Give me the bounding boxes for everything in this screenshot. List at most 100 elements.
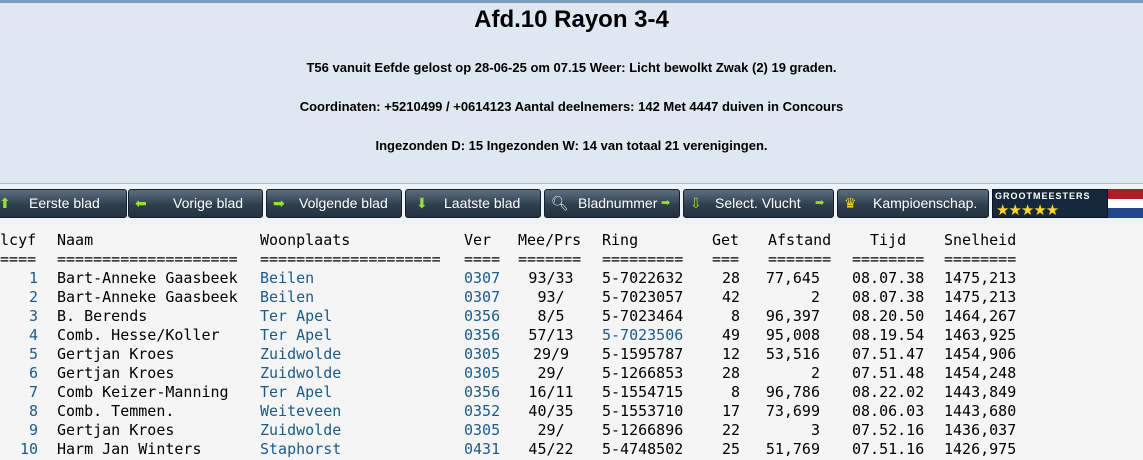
- cell-plcyf: 5: [28, 345, 38, 363]
- header-ring: Ring: [602, 231, 639, 249]
- cell-woonplaats[interactable]: Zuidwolde: [260, 364, 341, 383]
- cell-naam: Gertjan Kroes: [57, 421, 175, 439]
- cell-tijd: 08.07.38: [852, 288, 925, 306]
- table-row: 10 Harm Jan Winters Staphorst 0431 45/22 5-47…: [0, 440, 1143, 459]
- cell-get: 8: [730, 383, 740, 401]
- cell-meeprs: 57/13: [528, 326, 574, 344]
- cell-plcyf: 3: [28, 307, 38, 325]
- cell-ring: 5-7022632: [602, 269, 684, 287]
- table-row: 7 Comb Keizer-Manning Ter Apel 0356 16/11 5-1…: [0, 383, 1143, 402]
- cell-naam: Comb. Hesse/Koller: [57, 326, 220, 344]
- table-row: 6 Gertjan Kroes Zuidwolde 0305 29/5-1266853 2…: [0, 364, 1143, 383]
- cell-ver[interactable]: 0352: [464, 402, 500, 421]
- first-page-button[interactable]: ⬆ Eerste blad: [0, 189, 127, 218]
- cell-plcyf: 1: [28, 269, 38, 287]
- header-snelheid: Snelheid: [944, 231, 1017, 249]
- cell-afstand: 2: [810, 288, 820, 306]
- table-row: 3 B. Berends Ter Apel 0356 8/5 5-7023464 8 96,3…: [0, 307, 1143, 326]
- cell-afstand: 77,645: [765, 269, 820, 287]
- cell-meeprs: 29/: [537, 421, 565, 439]
- cell-get: 12: [721, 345, 740, 363]
- cell-woonplaats[interactable]: Beilen: [260, 269, 314, 288]
- underline-afstand: =======: [768, 250, 832, 268]
- cell-woonplaats[interactable]: Zuidwolde: [260, 345, 341, 364]
- cell-naam: B. Berends: [57, 307, 148, 325]
- download-icon: ⇩: [690, 195, 702, 211]
- underline-snelheid: ========: [944, 250, 1017, 268]
- table-row: 5 Gertjan Kroes Zuidwolde 0305 29/9 5-1595787…: [0, 345, 1143, 364]
- cell-ring: 5-7023464: [602, 307, 684, 325]
- table-row: 4 Comb. Hesse/Koller Ter Apel 0356 57/13 5-70…: [0, 326, 1143, 345]
- cell-snelheid: 1463,925: [944, 326, 1017, 344]
- championship-label: Kampioenschap.: [873, 195, 978, 211]
- cell-afstand: 95,008: [765, 326, 820, 344]
- magnifier-icon: 🔍︎: [551, 195, 569, 211]
- cell-meeprs: 93/33: [528, 269, 574, 287]
- cell-snelheid: 1454,248: [944, 364, 1017, 382]
- cell-ver[interactable]: 0307: [464, 288, 500, 307]
- cell-woonplaats[interactable]: Ter Apel: [260, 307, 332, 326]
- cell-ver[interactable]: 0307: [464, 269, 500, 288]
- cell-naam: Comb. Temmen.: [57, 402, 175, 420]
- race-info-line: T56 vanuit Eefde gelost op 28-06-25 om 0…: [306, 60, 837, 75]
- cell-ver[interactable]: 0305: [464, 421, 500, 440]
- last-page-label: Laatste blad: [444, 195, 521, 211]
- previous-page-button[interactable]: ⬅ Vorige blad: [128, 189, 263, 218]
- select-flight-button[interactable]: ⇩ Select. Vlucht ➡: [683, 189, 834, 218]
- underline-meeprs: =======: [518, 250, 582, 268]
- page-number-button[interactable]: 🔍︎ Bladnummer ➡: [544, 189, 680, 218]
- header-woonplaats: Woonplaats: [260, 231, 351, 249]
- arrow-right-icon: ➡: [273, 195, 285, 211]
- cell-woonplaats[interactable]: Zuidwolde: [260, 421, 341, 440]
- table-header-row: Plcyf Naam Woonplaats Ver Mee/Prs Ring G…: [0, 231, 1143, 250]
- cell-get: 49: [721, 326, 740, 344]
- cell-ver[interactable]: 0356: [464, 383, 500, 402]
- underline-plcyf: =====: [0, 250, 37, 268]
- cell-afstand: 3: [810, 421, 820, 439]
- table-row: 8 Comb. Temmen. Weiteveen 0352 40/35 5-155371…: [0, 402, 1143, 421]
- cell-naam: Gertjan Kroes: [57, 345, 175, 363]
- cell-tijd: 08.07.38: [852, 269, 925, 287]
- cell-ring: 5-1554715: [602, 383, 684, 401]
- cell-woonplaats[interactable]: Weiteveen: [260, 402, 341, 421]
- cell-ver[interactable]: 0431: [464, 440, 500, 459]
- header-tijd: Tijd: [870, 231, 907, 249]
- cell-ring[interactable]: 5-7023506: [602, 326, 683, 345]
- cell-snelheid: 1436,037: [944, 421, 1017, 439]
- cell-woonplaats[interactable]: Ter Apel: [260, 383, 332, 402]
- dutch-flag-icon: [1108, 189, 1143, 218]
- cell-afstand: 96,397: [765, 307, 820, 325]
- cell-woonplaats[interactable]: Staphorst: [260, 440, 341, 459]
- championship-button[interactable]: ♛ Kampioenschap.: [837, 189, 989, 218]
- cell-snelheid: 1443,680: [944, 402, 1017, 420]
- cell-ver[interactable]: 0305: [464, 364, 500, 383]
- first-page-label: Eerste blad: [29, 195, 100, 211]
- next-page-button[interactable]: ➡ Volgende blad: [266, 189, 402, 218]
- cell-plcyf: 4: [28, 326, 38, 344]
- coordinates-line: Coordinaten: +5210499 / +0614123 Aantal …: [299, 99, 844, 114]
- cell-ver[interactable]: 0356: [464, 307, 500, 326]
- grootmeesters-logo[interactable]: GROOTMEESTERS ★★★★★: [992, 189, 1108, 219]
- cell-ver[interactable]: 0356: [464, 326, 500, 345]
- cell-ring: 5-1595787: [602, 345, 684, 363]
- cell-tijd: 07.51.48: [852, 364, 925, 382]
- last-page-button[interactable]: ⬇ Laatste blad: [405, 189, 541, 218]
- cell-ring: 5-1553710: [602, 402, 684, 420]
- cell-tijd: 08.06.03: [852, 402, 925, 420]
- cell-get: 42: [721, 288, 740, 306]
- cell-afstand: 2: [810, 364, 820, 382]
- cell-meeprs: 40/35: [528, 402, 574, 420]
- star-icons: ★★★★★: [996, 202, 1059, 219]
- page-title: Afd.10 Rayon 3-4: [474, 6, 669, 33]
- cell-tijd: 08.22.02: [852, 383, 925, 401]
- cell-snelheid: 1443,849: [944, 383, 1017, 401]
- entries-line: Ingezonden D: 15 Ingezonden W: 14 van to…: [375, 138, 768, 153]
- grootmeesters-logo-text: GROOTMEESTERS: [995, 191, 1091, 201]
- cell-ring: 5-7023057: [602, 288, 684, 306]
- cell-ver[interactable]: 0305: [464, 345, 500, 364]
- table-header-underline-row: ==== = =================== = =============…: [0, 250, 1143, 269]
- arrow-left-icon: ⬅: [135, 195, 147, 211]
- cell-woonplaats[interactable]: Ter Apel: [260, 326, 332, 345]
- cell-woonplaats[interactable]: Beilen: [260, 288, 314, 307]
- cell-get: 17: [721, 402, 740, 420]
